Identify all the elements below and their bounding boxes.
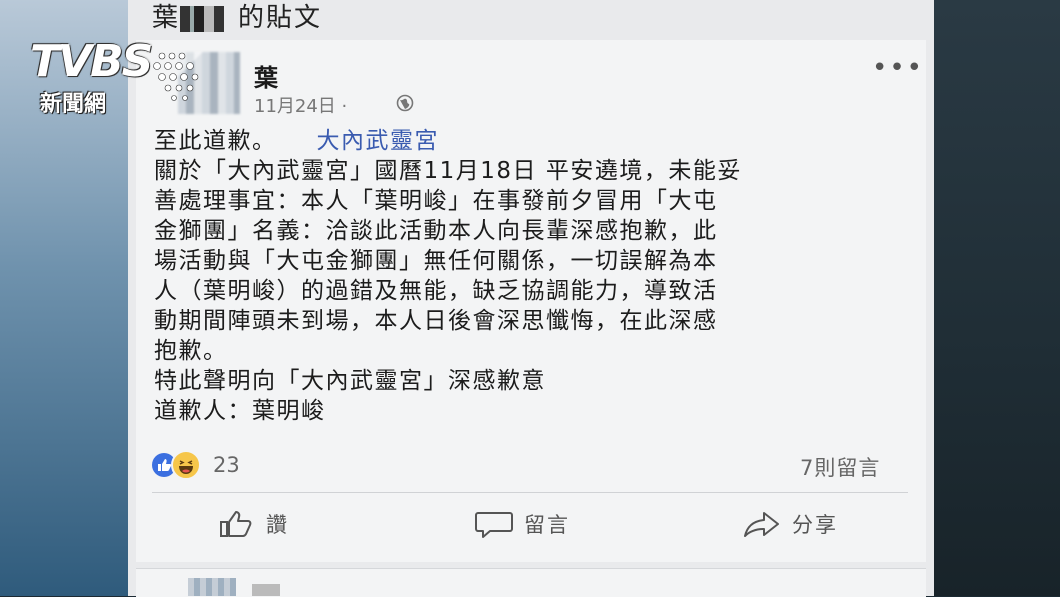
- next-post-avatar: [188, 578, 236, 596]
- post-line: 道歉人：葉明峻: [154, 398, 326, 424]
- post-line: 關於「大內武靈宮」國曆11月18日 平安遶境，未能妥: [154, 158, 742, 184]
- post-timestamp[interactable]: 11月24日 ·: [254, 92, 347, 118]
- like-label: 讚: [266, 513, 289, 537]
- logo-dots-icon: [153, 52, 199, 101]
- post-line: 場活動與「大屯金獅團」無任何關係，一切誤解為本: [154, 248, 718, 274]
- reaction-count: 23: [213, 453, 240, 477]
- post-line-first: 至此道歉。 大內武靈宮: [154, 126, 914, 156]
- more-options-icon[interactable]: •••: [872, 55, 922, 81]
- post-line: 善處理事宜：本人「葉明峻」在事發前夕冒用「大屯: [154, 188, 718, 214]
- comment-count[interactable]: 7則留言: [800, 452, 880, 482]
- reactions-summary[interactable]: 23: [152, 450, 240, 480]
- logo-brand: TVBS: [30, 36, 153, 87]
- like-button[interactable]: 讚: [218, 506, 289, 542]
- header-title-prefix: 葉: [152, 3, 181, 33]
- comment-button[interactable]: 留言: [474, 506, 570, 542]
- comment-label: 留言: [524, 513, 570, 537]
- post-first-line: 至此道歉。: [154, 128, 277, 154]
- background-right: [932, 0, 1060, 596]
- post-line: 特此聲明向「大內武靈宮」深感歉意: [154, 368, 546, 394]
- divider: [152, 492, 908, 493]
- share-button[interactable]: 分享: [742, 506, 838, 542]
- post-line: 金獅團」名義：洽談此活動本人向長輩深感抱歉，此: [154, 218, 718, 244]
- globe-icon: [396, 94, 414, 112]
- post-line: 人（葉明峻）的過錯及無能，缺乏協調能力，導致活: [154, 278, 718, 304]
- post-author[interactable]: 葉: [254, 58, 278, 93]
- thumbs-up-icon: [220, 511, 252, 537]
- header-title-suffix: 的貼文: [238, 3, 323, 33]
- post-tag-link[interactable]: 大內武靈宮: [317, 128, 440, 154]
- next-post-author: [252, 584, 280, 596]
- logo-subtitle: 新聞網: [40, 92, 107, 117]
- tvbs-logo: TVBS 新聞網: [30, 36, 200, 117]
- post-body: 至此道歉。 大內武靈宮 關於「大內武靈宮」國曆11月18日 平安遶境，未能妥 善處…: [154, 126, 914, 426]
- share-label: 分享: [792, 513, 838, 537]
- post-line: 動期間陣頭未到場，本人日後會深思懺悔，在此深感: [154, 308, 718, 334]
- share-icon: [744, 512, 779, 537]
- censor-block: [180, 5, 239, 32]
- comment-icon: [475, 512, 513, 538]
- page-header: 葉 的貼文: [152, 0, 322, 36]
- post-line: 抱歉。: [154, 338, 228, 364]
- haha-reaction-icon: [171, 450, 201, 480]
